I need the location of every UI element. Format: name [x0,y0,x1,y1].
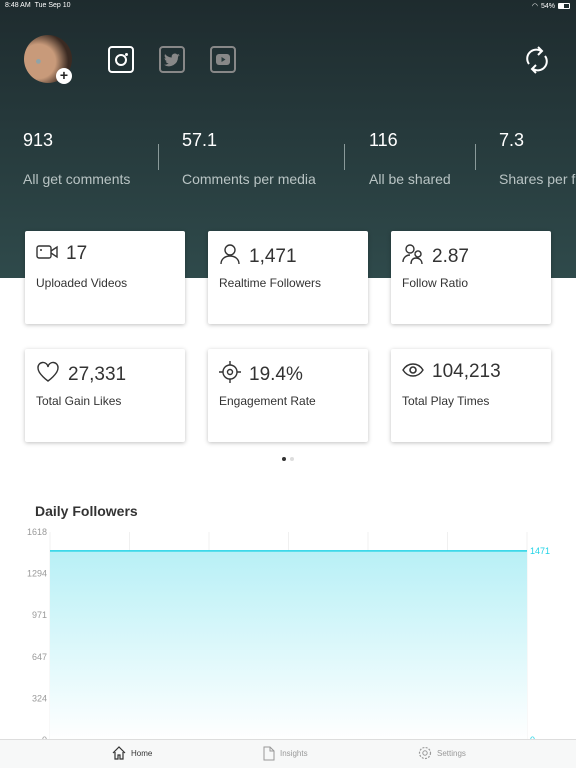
stat-shares-per: 7.3 Shares per f [499,130,576,187]
stat-card[interactable]: 1,471 Realtime Followers [208,231,368,324]
document-icon [263,746,275,761]
status-right: ◠ 54% [532,2,570,10]
tab-home[interactable]: Home [112,746,152,760]
tab-bar: Home Insights Settings [0,739,576,768]
card-value: 27,331 [68,363,127,385]
stat-card[interactable]: 19.4% Engagement Rate [208,349,368,442]
last-value-label: 1471 [530,546,550,556]
card-label: Total Gain Likes [36,394,122,408]
card-label: Realtime Followers [219,276,322,290]
stat-comments: 913 All get comments [23,130,131,187]
divider [158,144,159,170]
card-value: 17 [66,243,88,264]
video-camera-icon [36,244,58,265]
divider [475,144,476,170]
y-tick-label: 1294 [27,569,47,579]
stat-card[interactable]: 104,213 Total Play Times [391,349,551,442]
card-label: Total Play Times [402,394,490,408]
wifi-icon: ◠ [531,3,538,10]
gear-icon [418,746,432,760]
page-indicator[interactable] [282,457,294,461]
stat-card[interactable]: 27,331 Total Gain Likes [25,349,185,442]
users-icon [402,243,424,270]
chart-title: Daily Followers [35,503,138,519]
card-value: 104,213 [432,361,501,382]
card-value: 1,471 [249,245,297,267]
tab-insights[interactable]: Insights [263,746,308,761]
y-tick-label: 324 [32,693,47,703]
refresh-icon[interactable] [524,46,550,79]
eye-icon [402,362,424,382]
area-fill [50,550,527,740]
stat-card[interactable]: 17 Uploaded Videos [25,231,185,324]
page-dot[interactable] [290,457,294,461]
tab-settings[interactable]: Settings [418,746,466,760]
card-label: Engagement Rate [219,394,316,408]
instagram-icon[interactable] [108,46,134,73]
youtube-icon[interactable] [210,46,236,73]
status-time: 8:48 AM Tue Sep 10 [5,2,71,9]
stat-comments-per-media: 57.1 Comments per media [182,130,316,187]
add-account-icon[interactable]: + [56,68,72,84]
user-icon [219,243,241,270]
card-label: Follow Ratio [402,276,469,290]
divider [344,144,345,170]
card-label: Uploaded Videos [36,276,128,290]
home-icon [112,746,126,760]
daily-followers-chart: 16181294971647324014710 [27,527,550,742]
card-value: 19.4% [249,363,303,385]
card-value: 2.87 [432,245,469,267]
y-tick-label: 971 [32,610,47,620]
y-tick-label: 647 [32,652,47,662]
heart-icon [36,361,60,388]
stat-card[interactable]: 2.87 Follow Ratio [391,231,551,324]
twitter-icon[interactable] [159,46,185,73]
stat-shared: 116 All be shared [369,130,451,187]
page-dot[interactable] [282,457,286,461]
target-icon [219,361,241,388]
y-tick-label: 1618 [27,527,47,537]
battery-icon [558,3,570,9]
